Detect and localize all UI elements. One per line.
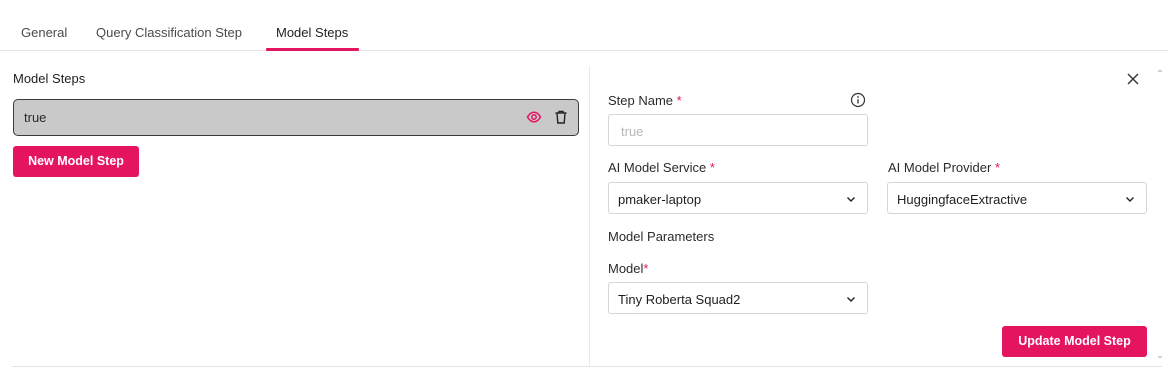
tab-bar: General Query Classification Step Model …: [0, 0, 1168, 51]
chevron-down-icon: [1126, 197, 1134, 202]
tab-query-classification-step[interactable]: Query Classification Step: [96, 25, 242, 40]
ai-model-service-label: AI Model Service *: [608, 160, 715, 175]
model-step-item[interactable]: true: [13, 99, 579, 136]
model-steps-panel: Model Steps true New Model Step: [0, 51, 589, 367]
model-step-form: Step Name * true AI Model Service * pmak…: [589, 66, 1161, 367]
form-scrollbar[interactable]: [1155, 66, 1165, 366]
tab-general[interactable]: General: [21, 25, 67, 40]
new-model-step-button[interactable]: New Model Step: [13, 146, 139, 177]
step-name-placeholder: true: [621, 124, 644, 139]
model-steps-title: Model Steps: [13, 71, 86, 86]
model-value: Tiny Roberta Squad2: [618, 292, 741, 307]
step-name-field[interactable]: true: [608, 114, 868, 146]
footer-divider: [12, 366, 1162, 367]
tab-model-steps[interactable]: Model Steps: [276, 25, 348, 40]
ai-model-provider-select[interactable]: HuggingfaceExtractive: [887, 182, 1147, 214]
ai-model-service-select[interactable]: pmaker-laptop: [608, 182, 868, 214]
ai-model-provider-value: HuggingfaceExtractive: [897, 192, 1028, 207]
chevron-down-icon: [847, 197, 855, 202]
model-select[interactable]: Tiny Roberta Squad2: [608, 282, 868, 314]
chevron-down-icon: [847, 297, 855, 302]
model-parameters-heading: Model Parameters: [608, 229, 715, 244]
ai-model-provider-label: AI Model Provider *: [888, 160, 1001, 175]
ai-model-service-value: pmaker-laptop: [618, 192, 702, 207]
trash-icon[interactable]: [553, 109, 569, 125]
model-step-name: true: [24, 110, 47, 125]
info-icon[interactable]: [850, 92, 866, 108]
update-model-step-button[interactable]: Update Model Step: [1002, 326, 1147, 357]
model-label: Model*: [608, 261, 649, 276]
close-icon[interactable]: [1125, 71, 1141, 87]
eye-icon[interactable]: [526, 109, 542, 125]
step-name-label: Step Name *: [608, 93, 682, 108]
